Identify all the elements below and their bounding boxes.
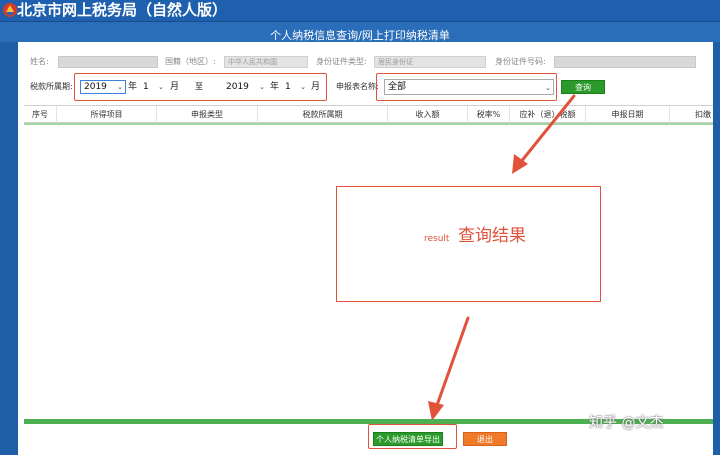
column-header: 申报类型 [157, 106, 258, 123]
period-highlight-box [74, 73, 327, 101]
column-header: 税率% [468, 106, 510, 123]
id-number-label: 身份证件号码: [495, 57, 546, 66]
site-title: 北京市网上税务局（自然人版） [17, 1, 228, 19]
page-title: 个人纳税信息查询/网上打印纳税清单 [270, 29, 450, 42]
column-header: 所得项目 [57, 106, 157, 123]
column-header: 收入额 [388, 106, 468, 123]
report-name-label: 申报表名称: [336, 82, 379, 91]
nationality-label: 国籍（地区）: [165, 57, 216, 66]
name-label: 姓名: [30, 57, 49, 66]
column-header: 应补（退）税额 [510, 106, 586, 123]
table-header-underline [24, 123, 713, 125]
name-field [58, 56, 158, 68]
period-label: 税款所属期: [30, 82, 73, 91]
nationality-field: 中华人民共和国 [224, 56, 308, 68]
id-number-field [554, 56, 696, 68]
tax-bureau-logo-icon [3, 3, 17, 17]
column-header: 申报日期 [586, 106, 670, 123]
result-annotation-label: 查询结果 [458, 226, 526, 246]
exit-button[interactable]: 退出 [463, 432, 507, 446]
result-annotation-small: result [424, 234, 450, 244]
query-button[interactable]: 查询 [561, 80, 605, 94]
column-header: 序号 [24, 106, 57, 123]
id-type-label: 身份证件类型: [316, 57, 367, 66]
results-table-header: 序号 所得项目 申报类型 税款所属期 收入额 税率% 应补（退）税额 申报日期 … [24, 105, 713, 123]
export-highlight-box [368, 424, 457, 449]
column-header: 税款所属期 [258, 106, 388, 123]
right-frame [713, 42, 720, 455]
left-frame [0, 42, 18, 455]
column-header: 扣缴 [695, 110, 711, 119]
watermark: 知乎 @文杰 [589, 415, 664, 431]
report-name-highlight-box [376, 73, 557, 101]
id-type-field: 居民身份证 [374, 56, 486, 68]
